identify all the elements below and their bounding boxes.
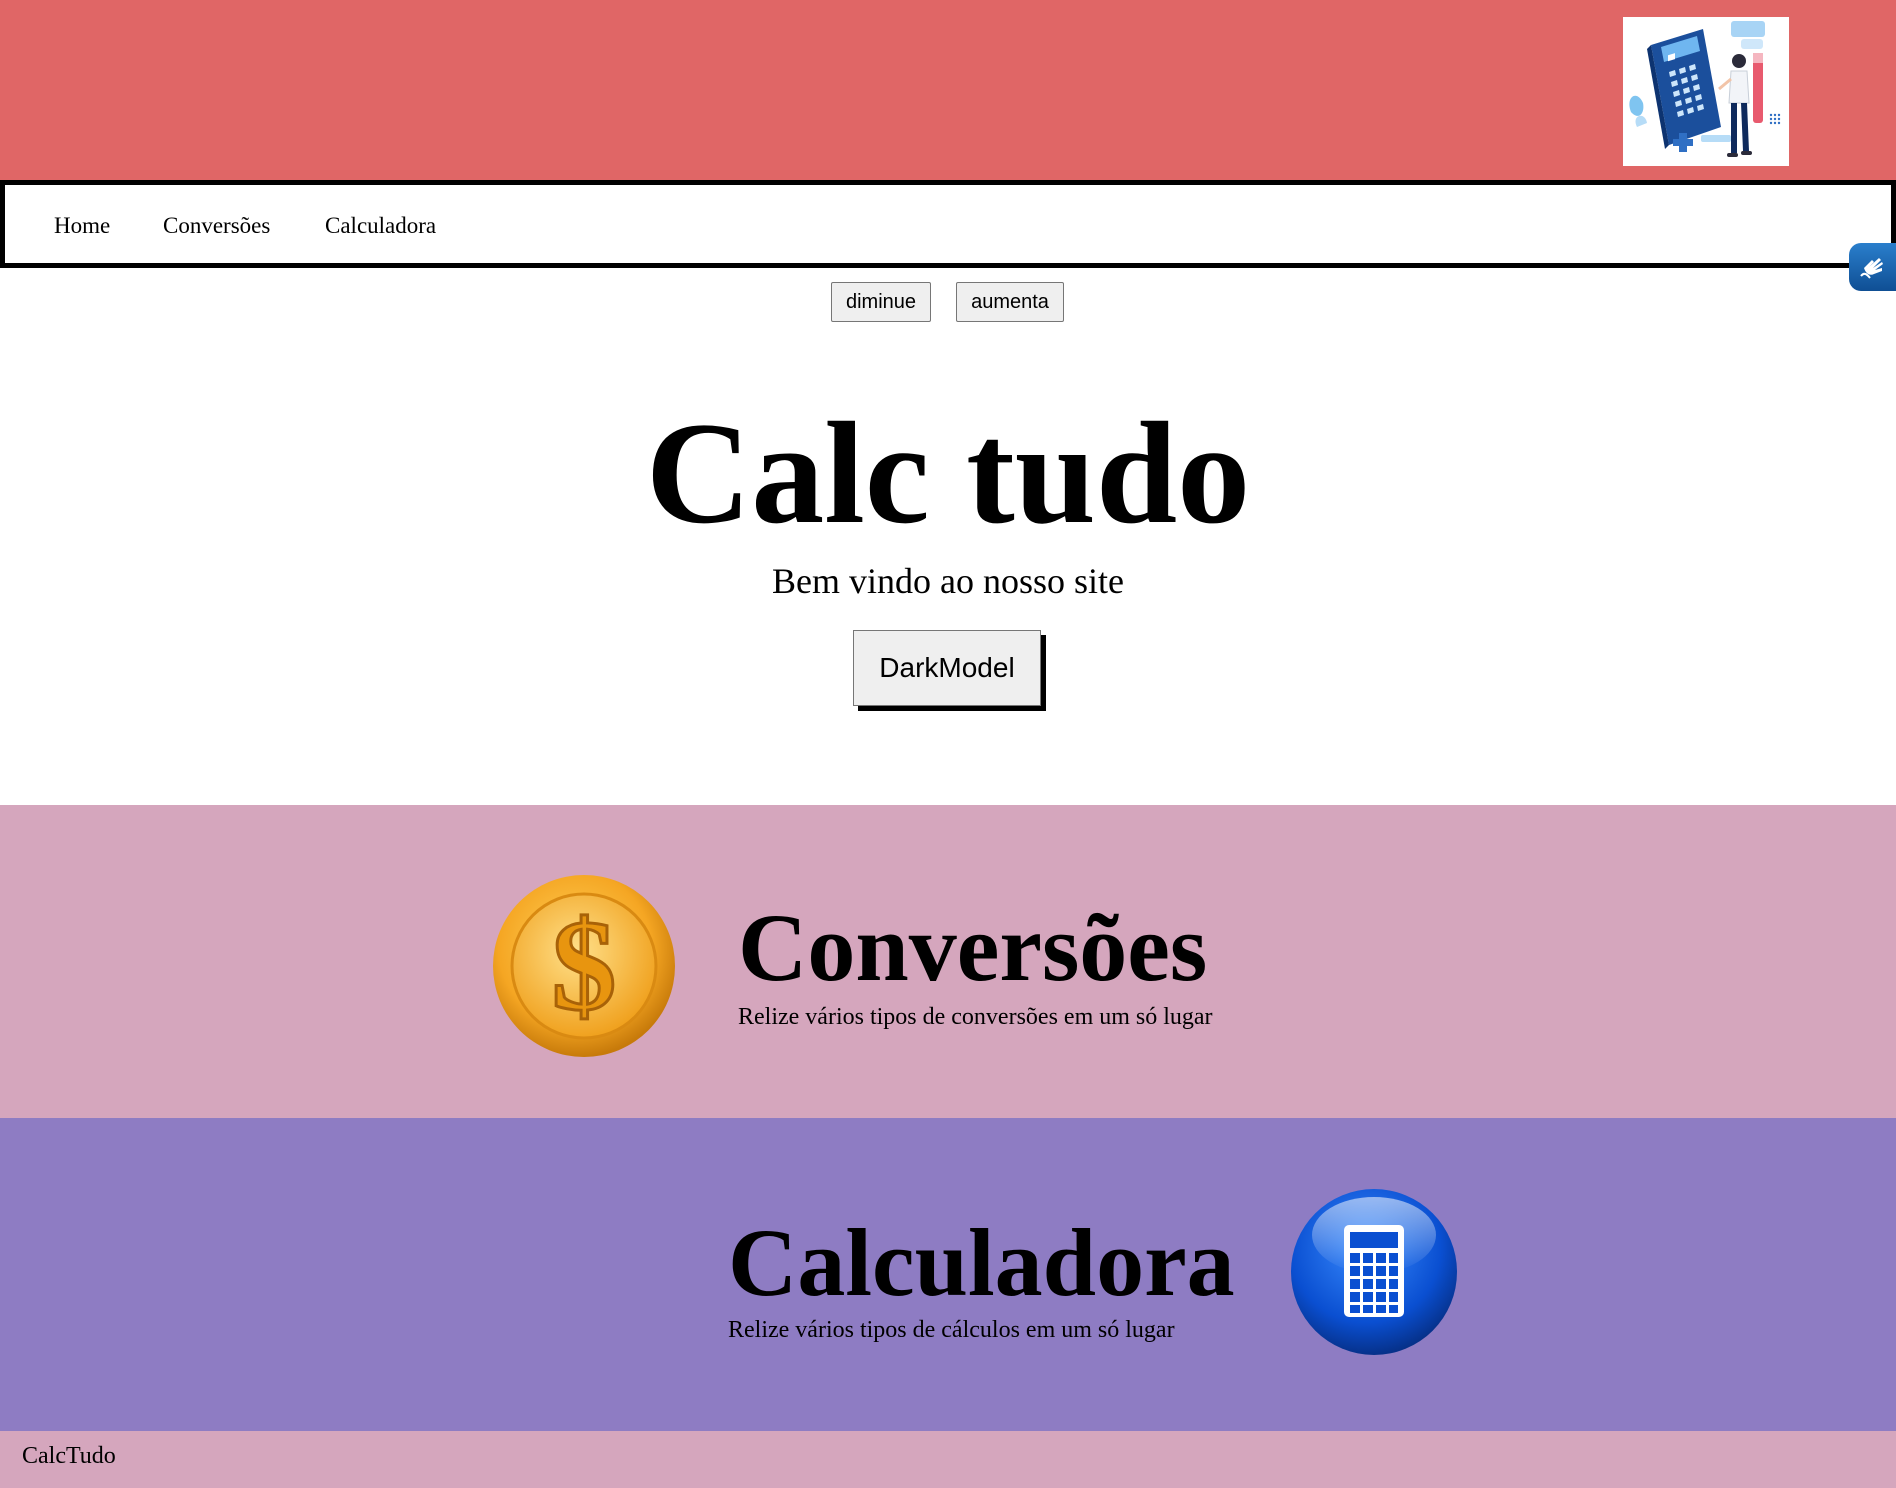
footer-text: CalcTudo <box>22 1443 116 1469</box>
sign-language-hand-icon <box>1859 258 1883 279</box>
site-header <box>0 0 1896 180</box>
nav-link-conversoes[interactable]: Conversões <box>163 214 270 237</box>
main-navigation: Home Conversões Calculadora <box>0 180 1896 268</box>
blue-calculator-icon <box>1289 1187 1459 1357</box>
svg-text:$: $ <box>552 894 617 1038</box>
gold-coin-dollar-icon: $ <box>491 873 677 1059</box>
font-increase-button[interactable]: aumenta <box>956 282 1064 322</box>
nav-link-home[interactable]: Home <box>54 214 110 237</box>
nav-link-calculadora[interactable]: Calculadora <box>325 214 436 237</box>
page-title: Calc tudo <box>645 392 1251 554</box>
conversions-description: Relize vários tipos de conversões em um … <box>738 1004 1213 1030</box>
calculator-title[interactable]: Calculadora <box>728 1215 1235 1311</box>
calculator-description: Relize vários tipos de cálculos em um só… <box>728 1317 1175 1343</box>
conversions-section[interactable]: $ Conversões Relize vários tipos de conv… <box>0 805 1896 1118</box>
page-subtitle: Bem vindo ao nosso site <box>772 561 1124 601</box>
calculator-illustration-icon <box>1623 17 1789 166</box>
dark-mode-button[interactable]: DarkModel <box>853 630 1041 706</box>
conversions-title[interactable]: Conversões <box>738 900 1207 996</box>
font-decrease-button[interactable]: diminue <box>831 282 931 322</box>
calculator-section[interactable]: Calculadora Relize vários tipos de cálcu… <box>0 1118 1896 1431</box>
site-footer: CalcTudo <box>0 1431 1896 1488</box>
accessibility-widget-button[interactable] <box>1849 243 1896 291</box>
